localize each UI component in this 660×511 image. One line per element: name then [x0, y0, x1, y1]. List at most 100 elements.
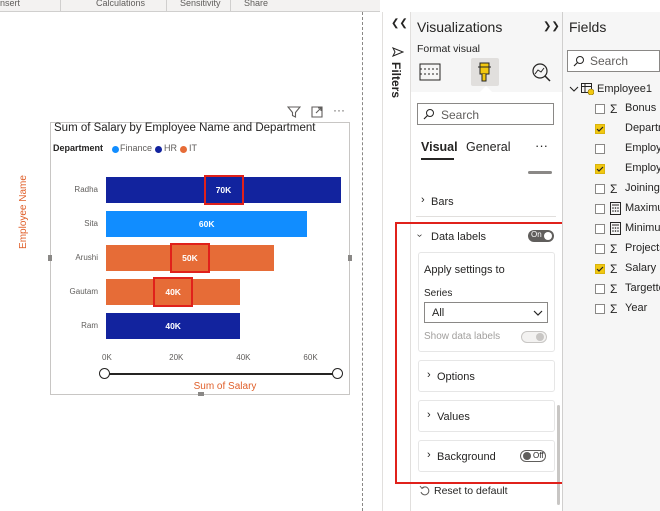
zoom-slider-track [104, 373, 340, 375]
calculator-icon [610, 222, 622, 236]
field-checkbox[interactable] [595, 124, 605, 134]
field-item-label[interactable]: Employe [625, 162, 660, 174]
x-tick-label: 60K [303, 353, 318, 362]
x-tick-label: 20K [169, 353, 184, 362]
visualizations-title: Visualizations [417, 19, 503, 35]
page-boundary [362, 12, 363, 511]
data-label: 40K [165, 321, 181, 331]
x-tick-label: 0K [102, 353, 112, 362]
field-checkbox[interactable] [595, 264, 605, 274]
fields-search-placeholder: Search [590, 54, 629, 68]
paint-brush-icon [478, 62, 491, 82]
sigma-icon: Σ [610, 262, 618, 276]
collapse-filters-icon[interactable]: ❮❮ [391, 18, 408, 29]
field-item-label[interactable]: Employ [625, 142, 660, 154]
legend-item-hr[interactable]: HR [164, 143, 177, 153]
field-checkbox[interactable] [595, 244, 605, 254]
y-tick-label: Gautam [69, 287, 98, 296]
sigma-icon: Σ [610, 242, 618, 256]
send-icon [391, 46, 405, 58]
ribbon-separator [60, 0, 61, 11]
build-visual-icon[interactable] [419, 62, 441, 82]
fields-search-input[interactable]: Search [567, 50, 660, 72]
field-item-label[interactable]: Maximu [625, 202, 660, 214]
field-checkbox[interactable] [595, 204, 605, 214]
x-axis-title: Sum of Salary [193, 381, 257, 392]
field-item-label[interactable]: Minimu [625, 222, 660, 234]
ribbon-separator [230, 0, 231, 11]
table-name-employee1[interactable]: Employee1 [597, 83, 652, 95]
field-item-label[interactable]: Projects [625, 242, 660, 254]
field-checkbox[interactable] [595, 144, 605, 154]
fields-title: Fields [569, 19, 607, 35]
expand-visualizations-icon[interactable]: ❯❯ [543, 21, 560, 32]
zoom-slider-end-handle[interactable] [332, 368, 343, 379]
bars-chevron-icon[interactable]: › [421, 194, 425, 206]
field-item-label[interactable]: Bonus [625, 102, 660, 114]
ribbon-calculations[interactable]: Calculations [96, 0, 145, 8]
field-checkbox[interactable] [595, 284, 605, 294]
tab-visual[interactable]: Visual [421, 140, 458, 154]
resize-handle[interactable] [348, 255, 352, 261]
bars-section[interactable]: Bars [431, 196, 454, 208]
legend-title: Department [53, 143, 104, 153]
focus-mode-icon[interactable] [310, 105, 324, 119]
field-item-label[interactable]: Salary [625, 262, 660, 274]
field-item-label[interactable]: Targette [625, 282, 660, 294]
reset-to-default-link[interactable]: Reset to default [434, 485, 508, 497]
filter-icon[interactable] [286, 105, 302, 119]
reset-icon [419, 485, 431, 497]
divider [416, 216, 556, 217]
y-tick-label: Radha [74, 185, 98, 194]
viz-search-input[interactable]: Search [417, 103, 554, 125]
chevron-down-icon[interactable] [569, 84, 579, 94]
legend-marker-it [180, 146, 187, 153]
field-item-label[interactable]: Year [625, 302, 660, 314]
zoom-slider-start-handle[interactable] [99, 368, 110, 379]
annotation-highlight-box [203, 175, 244, 205]
field-checkbox[interactable] [595, 104, 605, 114]
scroll-indicator [528, 171, 552, 174]
legend-marker-hr [155, 146, 162, 153]
sigma-icon: Σ [610, 182, 618, 196]
format-more-options[interactable]: ··· [535, 138, 548, 153]
field-item-label[interactable]: Departm [625, 122, 660, 134]
data-label: 60K [198, 219, 215, 229]
analytics-icon[interactable] [530, 62, 552, 82]
format-visual-label: Format visual [417, 43, 481, 55]
legend-item-finance[interactable]: Finance [120, 143, 152, 153]
calculator-icon [610, 202, 622, 216]
field-item-label[interactable]: Joining [625, 182, 660, 194]
sigma-icon: Σ [610, 282, 618, 296]
y-tick-label: Sita [84, 219, 98, 228]
legend-marker-finance [112, 146, 119, 153]
filters-label[interactable]: Filters [389, 62, 403, 98]
legend-item-it[interactable]: IT [189, 143, 197, 153]
chart-title: Sum of Salary by Employee Name and Depar… [54, 122, 316, 134]
search-icon [423, 109, 434, 120]
y-tick-label: Arushi [75, 253, 98, 262]
field-checkbox[interactable] [595, 304, 605, 314]
y-axis-title: Employee Name [18, 175, 29, 249]
x-tick-label: 40K [236, 353, 251, 362]
text-field-icon [610, 162, 622, 176]
field-checkbox[interactable] [595, 164, 605, 174]
search-icon [573, 56, 584, 67]
ribbon-share[interactable]: Share [244, 0, 268, 8]
text-field-icon [610, 122, 622, 136]
y-tick-label: Ram [81, 321, 98, 330]
format-visual-tab[interactable] [471, 58, 499, 86]
text-field-icon [610, 142, 622, 156]
ribbon-insert[interactable]: nsert [0, 0, 20, 8]
viz-search-placeholder: Search [441, 108, 480, 122]
field-checkbox[interactable] [595, 224, 605, 234]
field-checkbox[interactable] [595, 184, 605, 194]
annotation-highlight-box [169, 243, 210, 273]
ribbon-separator [166, 0, 167, 11]
visual-more-options[interactable]: ··· [333, 103, 345, 117]
annotation-highlight-box [395, 222, 578, 484]
tab-general[interactable]: General [466, 140, 510, 154]
sigma-icon: Σ [610, 102, 618, 116]
ribbon-sensitivity[interactable]: Sensitivity [180, 0, 221, 8]
resize-handle[interactable] [198, 392, 204, 396]
